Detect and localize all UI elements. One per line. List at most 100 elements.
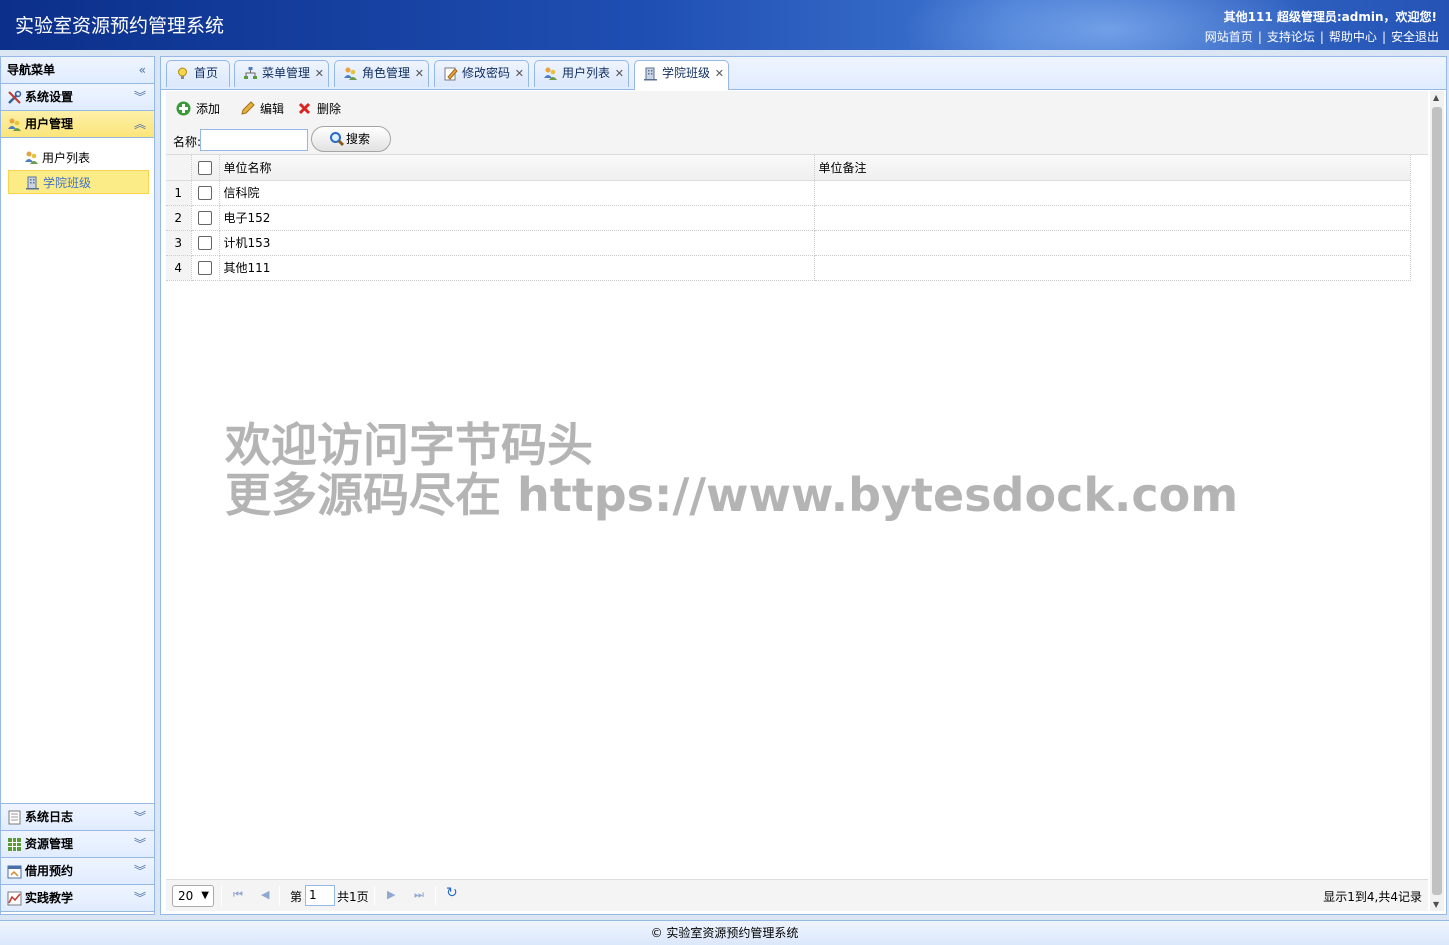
first-page-icon[interactable]: ⏮ xyxy=(233,888,243,902)
pager-separator xyxy=(435,886,436,906)
row-checkbox[interactable] xyxy=(191,180,220,206)
lightbulb-icon xyxy=(178,67,187,79)
table-row[interactable]: 2 电子152 xyxy=(166,205,1411,231)
data-grid: 单位名称 单位备注 1 信科院 2 电子152 3 计机153 4 其他111 xyxy=(166,155,1411,281)
tab-label: 学院班级 xyxy=(662,66,711,80)
users-icon xyxy=(344,67,357,80)
pager-separator xyxy=(221,886,222,906)
app-title: 实验室资源预约管理系统 xyxy=(15,15,225,37)
building-icon xyxy=(26,176,39,190)
users-icon xyxy=(8,118,21,131)
tab-label: 修改密码 xyxy=(462,66,511,80)
expand-chevron-icon[interactable]: ︾ xyxy=(134,858,146,884)
search-input[interactable] xyxy=(200,129,308,151)
sidebar-section-practice-teaching[interactable]: 实践教学 ︾ xyxy=(1,885,154,912)
add-button[interactable]: 添加 xyxy=(174,99,220,119)
grid-toolbar: 添加 编辑 删除 名称: 搜索 xyxy=(166,91,1428,155)
table-row[interactable]: 1 信科院 xyxy=(166,180,1411,206)
collapse-sidebar-icon[interactable]: « xyxy=(139,57,146,84)
edit-document-icon xyxy=(444,67,458,81)
row-number-header xyxy=(166,155,192,181)
expand-chevron-icon[interactable]: ︾ xyxy=(134,804,146,830)
row-number: 1 xyxy=(166,180,192,206)
link-site-home[interactable]: 网站首页 xyxy=(1205,30,1253,44)
prev-page-icon[interactable]: ◀ xyxy=(261,888,269,901)
add-icon xyxy=(176,101,191,116)
tab-role-management[interactable]: 角色管理 ✕ xyxy=(334,60,429,87)
link-support-forum[interactable]: 支持论坛 xyxy=(1267,30,1315,44)
delete-icon xyxy=(298,102,311,115)
welcome-text: 其他111 超级管理员:admin，欢迎您! xyxy=(1223,10,1437,24)
scroll-down-arrow-icon[interactable]: ▼ xyxy=(1433,900,1439,909)
cell-unit-name: 其他111 xyxy=(219,255,815,281)
row-checkbox[interactable] xyxy=(191,255,220,281)
edit-button[interactable]: 编辑 xyxy=(238,99,284,119)
pencil-icon xyxy=(241,101,255,115)
close-tab-icon[interactable]: ✕ xyxy=(615,61,624,86)
footer-text: © 实验室资源预约管理系统 xyxy=(650,926,799,940)
row-checkbox[interactable] xyxy=(191,230,220,256)
sidebar-item-label: 用户列表 xyxy=(42,151,91,165)
page-number-input[interactable]: 1 xyxy=(305,885,335,906)
expand-chevron-icon[interactable]: ︾ xyxy=(134,831,146,857)
page-size-select[interactable]: 20 ▼ xyxy=(172,885,214,907)
last-page-icon[interactable]: ⏭ xyxy=(414,888,424,902)
sidebar-section-system-settings[interactable]: 系统设置 ︾ xyxy=(1,84,154,111)
watermark-line-2: 更多源码尽在 https://www.bytesdock.com xyxy=(225,468,1239,522)
close-tab-icon[interactable]: ✕ xyxy=(715,61,724,86)
search-icon xyxy=(330,132,345,147)
vertical-scrollbar[interactable]: ▲ ▼ xyxy=(1430,91,1444,911)
scrollbar-thumb[interactable] xyxy=(1432,107,1442,895)
cell-unit-note xyxy=(814,230,1411,256)
tab-home[interactable]: 首页 xyxy=(166,60,230,87)
row-checkbox[interactable] xyxy=(191,205,220,231)
sidebar-section-label: 系统设置 xyxy=(25,90,74,104)
sidebar-item-user-list[interactable]: 用户列表 xyxy=(8,146,149,170)
delete-button-label: 删除 xyxy=(317,102,342,116)
sidebar-item-label: 学院班级 xyxy=(43,176,92,190)
grid-icon xyxy=(8,838,21,851)
tab-menu-management[interactable]: 菜单管理 ✕ xyxy=(234,60,329,87)
table-row[interactable]: 4 其他111 xyxy=(166,255,1411,281)
cell-unit-note xyxy=(814,255,1411,281)
watermark-line-1: 欢迎访问字节码头 xyxy=(225,418,593,472)
cell-unit-note xyxy=(814,180,1411,206)
close-tab-icon[interactable]: ✕ xyxy=(515,61,524,86)
sidebar-section-label: 资源管理 xyxy=(25,837,74,851)
total-pages-label: 共1页 xyxy=(337,890,369,904)
cell-unit-name: 电子152 xyxy=(219,205,815,231)
column-header-unit-note[interactable]: 单位备注 xyxy=(814,155,1411,181)
sidebar-section-system-log[interactable]: 系统日志 ︾ xyxy=(1,804,154,831)
collapse-chevron-icon[interactable]: ︽ xyxy=(134,111,146,137)
scroll-up-arrow-icon[interactable]: ▲ xyxy=(1433,93,1439,102)
sidebar-item-college-class[interactable]: 学院班级 xyxy=(8,170,149,194)
sidebar-section-label: 用户管理 xyxy=(25,117,74,131)
cell-unit-name: 信科院 xyxy=(219,180,815,206)
tools-icon xyxy=(8,90,22,104)
tab-college-class[interactable]: 学院班级 ✕ xyxy=(634,60,729,90)
expand-chevron-icon[interactable]: ︾ xyxy=(134,885,146,911)
sidebar-section-resource-management[interactable]: 资源管理 ︾ xyxy=(1,831,154,858)
tab-user-list[interactable]: 用户列表 ✕ xyxy=(534,60,629,87)
tab-change-password[interactable]: 修改密码 ✕ xyxy=(434,60,529,87)
column-header-unit-name[interactable]: 单位名称 xyxy=(219,155,815,181)
close-tab-icon[interactable]: ✕ xyxy=(315,61,324,86)
select-all-checkbox[interactable] xyxy=(191,155,220,181)
sidebar-section-borrow-reservation[interactable]: 借用预约 ︾ xyxy=(1,858,154,885)
tab-label: 用户列表 xyxy=(562,66,611,80)
delete-button[interactable]: 删除 xyxy=(295,99,341,119)
search-label: 名称: xyxy=(173,135,202,149)
next-page-icon[interactable]: ▶ xyxy=(387,888,395,901)
close-tab-icon[interactable]: ✕ xyxy=(415,61,424,86)
link-help-center[interactable]: 帮助中心 xyxy=(1329,30,1377,44)
refresh-icon[interactable]: ↻ xyxy=(446,885,458,901)
pager-separator xyxy=(374,886,375,906)
sidebar-section-user-management[interactable]: 用户管理 ︽ xyxy=(1,111,154,138)
sidebar-section-label: 系统日志 xyxy=(25,810,74,824)
grid-header-row: 单位名称 单位备注 xyxy=(166,155,1411,181)
expand-chevron-icon[interactable]: ︾ xyxy=(134,84,146,110)
table-row[interactable]: 3 计机153 xyxy=(166,230,1411,256)
tab-label: 角色管理 xyxy=(362,66,411,80)
search-button[interactable]: 搜索 xyxy=(311,126,391,152)
link-logout[interactable]: 安全退出 xyxy=(1391,30,1439,44)
